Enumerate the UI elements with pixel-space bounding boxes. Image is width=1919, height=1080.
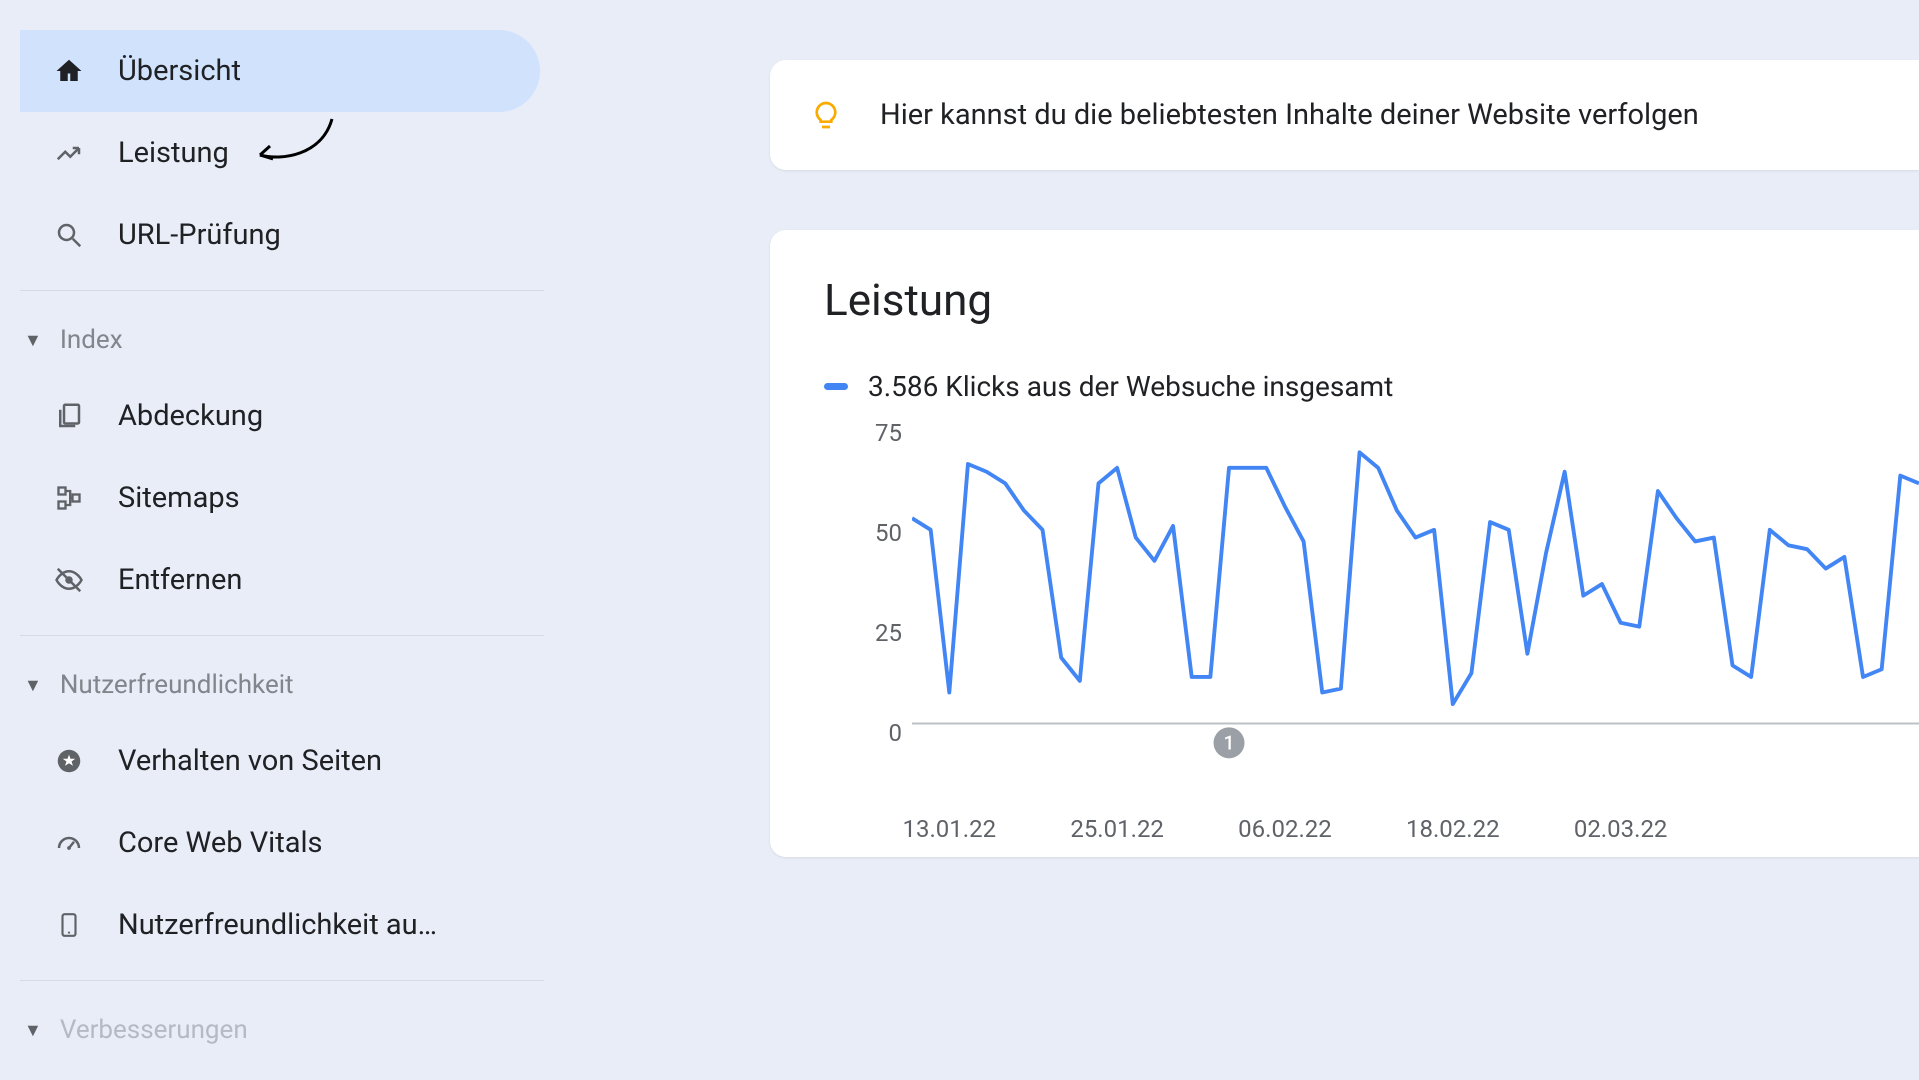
sidebar-section-usability[interactable]: ▼ Nutzerfreundlichkeit bbox=[0, 650, 560, 720]
sidebar-item-label: Abdeckung bbox=[118, 399, 263, 433]
section-title: Nutzerfreundlichkeit bbox=[60, 670, 294, 700]
chart-y-axis: 0255075 bbox=[832, 433, 902, 813]
trending-icon bbox=[52, 136, 86, 170]
performance-title: Leistung bbox=[824, 274, 1919, 326]
copy-icon bbox=[52, 399, 86, 433]
sidebar-main-group: Übersicht Leistung URL-Prüfung bbox=[0, 30, 560, 276]
sidebar-section-index[interactable]: ▼ Index bbox=[0, 305, 560, 375]
tip-text: Hier kannst du die beliebtesten Inhalte … bbox=[880, 98, 1699, 132]
sidebar-item-page-experience[interactable]: Verhalten von Seiten bbox=[20, 720, 540, 802]
sidebar-section-enhancements[interactable]: ▼ Verbesserungen bbox=[0, 995, 560, 1065]
main-content: Hier kannst du die beliebtesten Inhalte … bbox=[770, 0, 1919, 857]
sidebar: Übersicht Leistung URL-Prüfung ▼ Index bbox=[0, 0, 560, 1080]
sidebar-item-overview[interactable]: Übersicht bbox=[20, 30, 540, 112]
section-title: Verbesserungen bbox=[60, 1015, 248, 1045]
chart-plot: 1 bbox=[912, 433, 1919, 762]
tip-card: Hier kannst du die beliebtesten Inhalte … bbox=[770, 60, 1919, 170]
speedometer-icon bbox=[52, 826, 86, 860]
performance-chart: 0255075 1 13.01.2225.01.2206.02.2218.02.… bbox=[832, 433, 1919, 813]
sidebar-usability-group: Verhalten von Seiten Core Web Vitals Nut… bbox=[0, 720, 560, 966]
lightbulb-icon bbox=[810, 99, 842, 131]
sidebar-item-removals[interactable]: Entfernen bbox=[20, 539, 540, 621]
visibility-off-icon bbox=[52, 563, 86, 597]
sidebar-index-group: Abdeckung Sitemaps Entfernen bbox=[0, 375, 560, 621]
sidebar-item-label: Verhalten von Seiten bbox=[118, 744, 382, 778]
sidebar-item-label: URL-Prüfung bbox=[118, 218, 281, 252]
sidebar-item-mobile-usability[interactable]: Nutzerfreundlichkeit au… bbox=[20, 884, 540, 966]
divider bbox=[20, 290, 544, 291]
sidebar-item-coverage[interactable]: Abdeckung bbox=[20, 375, 540, 457]
chart-legend: 3.586 Klicks aus der Websuche insgesamt bbox=[824, 370, 1919, 403]
sidebar-item-sitemaps[interactable]: Sitemaps bbox=[20, 457, 540, 539]
sidebar-item-label: Nutzerfreundlichkeit au… bbox=[118, 908, 437, 942]
smartphone-icon bbox=[52, 908, 86, 942]
sidebar-item-url-inspection[interactable]: URL-Prüfung bbox=[20, 194, 540, 276]
chevron-down-icon: ▼ bbox=[24, 1020, 42, 1041]
sidebar-item-label: Leistung bbox=[118, 136, 229, 170]
sidebar-item-label: Sitemaps bbox=[118, 481, 240, 515]
performance-card: Leistung 3.586 Klicks aus der Websuche i… bbox=[770, 230, 1919, 857]
sidebar-item-performance[interactable]: Leistung bbox=[20, 112, 540, 194]
divider bbox=[20, 635, 544, 636]
sidebar-item-label: Entfernen bbox=[118, 563, 242, 597]
sidebar-item-label: Core Web Vitals bbox=[118, 826, 323, 860]
chart-x-axis: 13.01.2225.01.2206.02.2218.02.2202.03.22 bbox=[912, 815, 1919, 849]
legend-label: 3.586 Klicks aus der Websuche insgesamt bbox=[868, 370, 1393, 403]
divider bbox=[20, 980, 544, 981]
search-icon bbox=[52, 218, 86, 252]
legend-swatch bbox=[824, 383, 848, 390]
sidebar-item-core-web-vitals[interactable]: Core Web Vitals bbox=[20, 802, 540, 884]
sidebar-item-label: Übersicht bbox=[118, 54, 241, 88]
svg-text:1: 1 bbox=[1224, 731, 1235, 754]
chevron-down-icon: ▼ bbox=[24, 675, 42, 696]
stars-icon bbox=[52, 744, 86, 778]
sitemap-icon bbox=[52, 481, 86, 515]
chevron-down-icon: ▼ bbox=[24, 330, 42, 351]
section-title: Index bbox=[60, 325, 123, 355]
home-icon bbox=[52, 54, 86, 88]
